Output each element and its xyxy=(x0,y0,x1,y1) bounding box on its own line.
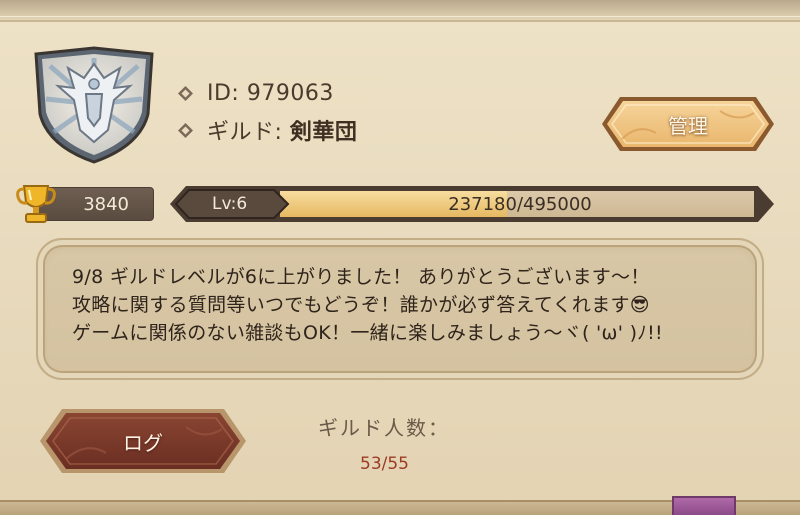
level-label: Lv:6 xyxy=(212,194,248,214)
guild-emblem-icon xyxy=(30,44,158,166)
log-button-label: ログ xyxy=(123,430,163,455)
xp-text: 237180/495000 xyxy=(448,194,592,215)
guild-name-label: ギルド: 剣華団 xyxy=(207,114,357,146)
message-line: ゲームに関係のない雑談もOK！一緒に楽しみましょう〜ヾ( 'ω' )ﾉ!! xyxy=(72,322,663,344)
guild-name-prefix: ギルド: xyxy=(207,120,290,145)
guild-id: ID: 979063 xyxy=(207,80,334,106)
member-count-value: 53/55 xyxy=(360,454,409,474)
bottom-tab-edge[interactable] xyxy=(672,496,736,515)
guild-name: 剣華団 xyxy=(289,120,358,145)
panel-top-border xyxy=(0,0,800,22)
diamond-bullet-icon xyxy=(178,85,193,101)
log-button[interactable]: ログ xyxy=(36,405,250,477)
guild-id-row: ID: 979063 xyxy=(178,78,334,108)
diamond-bullet-icon xyxy=(178,122,193,138)
manage-button[interactable]: 管理 xyxy=(598,93,778,155)
manage-button-label: 管理 xyxy=(668,113,708,138)
member-count-label: ギルド人数： xyxy=(318,416,450,440)
trophy-icon xyxy=(14,180,58,226)
message-line: 攻略に関する質問等いつでもどうぞ！誰かが必ず答えてくれます😎 xyxy=(72,294,650,316)
guild-name-row: ギルド: 剣華団 xyxy=(178,115,357,145)
message-line: 9/8 ギルドレベルが6に上がりました！ ありがとうございます〜！ xyxy=(72,266,650,288)
trophy-value: 3840 xyxy=(83,193,129,215)
